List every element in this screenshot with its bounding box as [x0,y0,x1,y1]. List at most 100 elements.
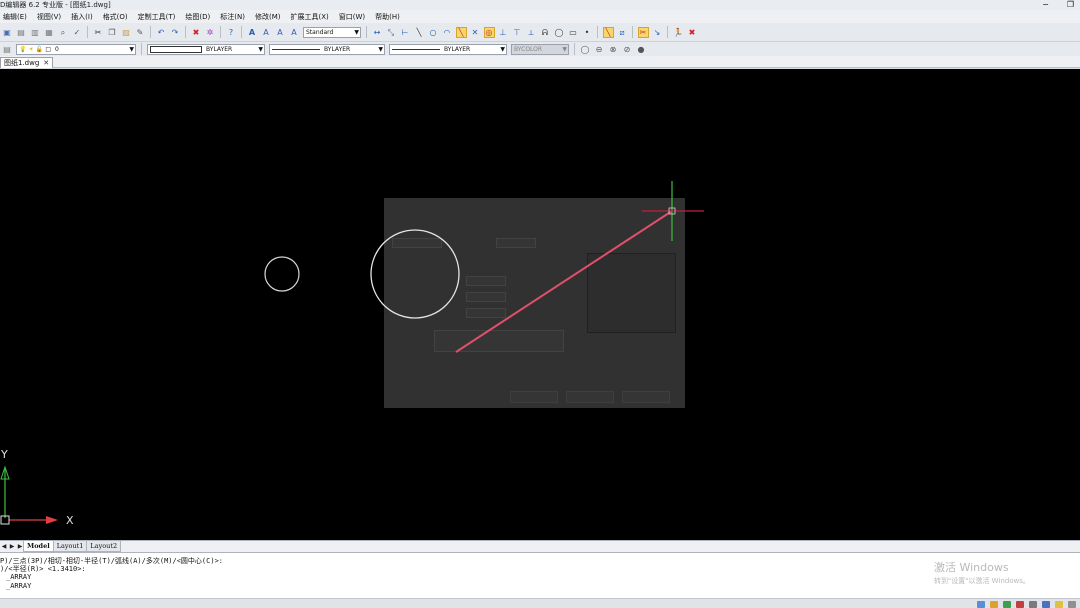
menu-edit[interactable]: 编辑(E) [3,12,27,22]
ortho-mode-icon[interactable]: ⧄ [617,27,628,38]
close-icon[interactable]: ✕ [43,58,49,68]
osnap-center-icon[interactable]: ◎ [483,26,495,38]
linear-dimension-icon[interactable]: ↔ [372,27,383,38]
menu-help[interactable]: 帮助(H) [375,12,400,22]
osnap-quadrant-icon[interactable]: ᕱ [540,27,551,38]
print-icon[interactable]: ▤ [16,27,27,38]
osnap-midpoint-icon[interactable]: • [582,27,593,38]
osnap-tangent-icon[interactable]: ⊤ [512,27,523,38]
menu-view[interactable]: 视图(V) [37,12,61,22]
lineweight-select[interactable]: BYLAYER ▼ [389,43,507,55]
osnap-node-icon[interactable]: ◯ [554,27,565,38]
restore-button[interactable]: ❐ [1067,0,1074,10]
menu-format[interactable]: 格式(O) [103,12,128,22]
toolbar-separator [241,26,242,38]
menu-draw[interactable]: 绘图(D) [185,12,210,22]
menu-insert[interactable]: 插入(I) [71,12,93,22]
tray-app-icon[interactable] [1068,600,1076,608]
view-side-icon[interactable]: ⊗ [608,44,619,55]
save-icon[interactable]: ▣ [2,27,13,38]
activation-watermark-subtitle: 转到"设置"以激活 Windows。 [934,577,1030,585]
menu-extension-tools[interactable]: 扩展工具(X) [291,12,329,22]
text-icon[interactable]: A [247,27,258,38]
spell-check-icon[interactable]: ✓ [72,27,83,38]
purge-icon[interactable]: ✲ [205,27,216,38]
ucs-x-arrow-icon [46,516,58,524]
toolbar-separator [667,26,668,38]
baseline-dimension-icon[interactable]: ⊢ [400,27,411,38]
aligned-dimension-icon[interactable]: ⤡ [386,27,397,38]
text-style-icon[interactable]: A [289,27,300,38]
erase-icon[interactable]: ✖ [191,27,202,38]
match-properties-icon[interactable]: ✎ [135,27,146,38]
paste-icon[interactable]: ▨ [121,27,132,38]
toolbar-separator [141,43,142,55]
tray-app-icon[interactable] [1055,600,1063,608]
drawing-geometry: Y X [0,181,704,527]
help-icon[interactable]: ? [226,27,237,38]
drawn-circle-large[interactable] [370,229,460,319]
osnap-endpoint-icon[interactable]: ╲ [455,26,467,38]
layer-select[interactable]: 💡 ☀ 🔓 □ 0 ▼ [16,43,136,55]
system-tray [977,599,1080,608]
rubberband-line [455,210,673,353]
layer-manager-icon[interactable]: ▤ [2,44,13,55]
drawn-circle-small[interactable] [264,256,300,292]
menu-custom-tools[interactable]: 定制工具(T) [138,12,176,22]
tray-app-icon[interactable] [977,600,985,608]
linetype-select[interactable]: BYLAYER ▼ [269,43,385,55]
minimize-button[interactable]: − [1042,0,1049,10]
copy-icon[interactable]: ❐ [107,27,118,38]
tray-app-icon[interactable] [1003,600,1011,608]
find-icon[interactable]: ⌕ [58,27,69,38]
arc-icon[interactable]: ◠ [442,27,453,38]
view-top-icon[interactable]: ⊖ [594,44,605,55]
plotstyle-select[interactable]: BYCOLOR ▼ [511,43,569,55]
tray-app-icon[interactable] [990,600,998,608]
chevron-down-icon: ▼ [258,45,263,53]
undo-icon[interactable]: ↶ [156,27,167,38]
view-iso-icon[interactable]: ⊘ [622,44,633,55]
print-preview-icon[interactable]: ▥ [30,27,41,38]
sun-icon: ☀ [28,45,34,53]
osnap-intersection-icon[interactable]: ✕ [470,27,481,38]
tray-app-icon[interactable] [1029,600,1037,608]
command-history-line: _ARRAY [6,573,32,581]
tab-model[interactable]: Model [23,541,54,552]
chevron-down-icon: ▼ [129,45,134,53]
drawing-canvas[interactable]: Y X [0,69,1080,540]
osnap-nearest-icon[interactable]: ⟂ [526,27,537,38]
prev-tab-icon[interactable]: ▶ [8,543,16,550]
menu-window[interactable]: 窗口(W) [339,12,365,22]
shade-icon[interactable]: ● [636,44,647,55]
run-icon[interactable]: 🏃 [673,27,684,38]
color-select[interactable]: BYLAYER ▼ [147,43,265,55]
tab-layout2[interactable]: Layout2 [86,541,122,552]
document-tab[interactable]: 图纸1.dwg ✕ [0,57,54,68]
command-history-line: _ARRAY [6,582,32,590]
text-edit-icon[interactable]: A [275,27,286,38]
mtext-icon[interactable]: A [261,27,272,38]
polar-tracking-icon[interactable]: ↘ [652,27,663,38]
circle-icon[interactable]: ○ [428,27,439,38]
view-front-icon[interactable]: ◯ [580,44,591,55]
menu-modify[interactable]: 修改(M) [255,12,281,22]
taskbar [0,598,1080,608]
osnap-perpendicular-icon[interactable]: ⊥ [498,27,509,38]
cut-icon[interactable]: ✂ [93,27,104,38]
osnap-insert-icon[interactable]: ▭ [568,27,579,38]
redo-icon[interactable]: ↷ [170,27,181,38]
menu-dimension[interactable]: 标注(N) [220,12,245,22]
command-window[interactable]: P)/三点(3P)/相切-相切-半径(T)/弧线(A)/多次(M)/<圆中心(C… [0,552,1080,598]
cancel-command-icon[interactable]: ✖ [687,27,698,38]
tray-app-icon[interactable] [1042,600,1050,608]
ucs-x-label: X [66,514,74,527]
snap-mode-icon[interactable]: ╲ [602,26,614,38]
tray-app-icon[interactable] [1016,600,1024,608]
first-tab-icon[interactable]: ◀ [0,543,8,550]
plot-icon[interactable]: ▦ [44,27,55,38]
osnap-toggle-icon[interactable]: ✂ [637,26,649,38]
text-style-select[interactable]: Standard ▼ [303,26,361,38]
line-icon[interactable]: ╲ [414,27,425,38]
tab-layout1[interactable]: Layout1 [52,541,88,552]
